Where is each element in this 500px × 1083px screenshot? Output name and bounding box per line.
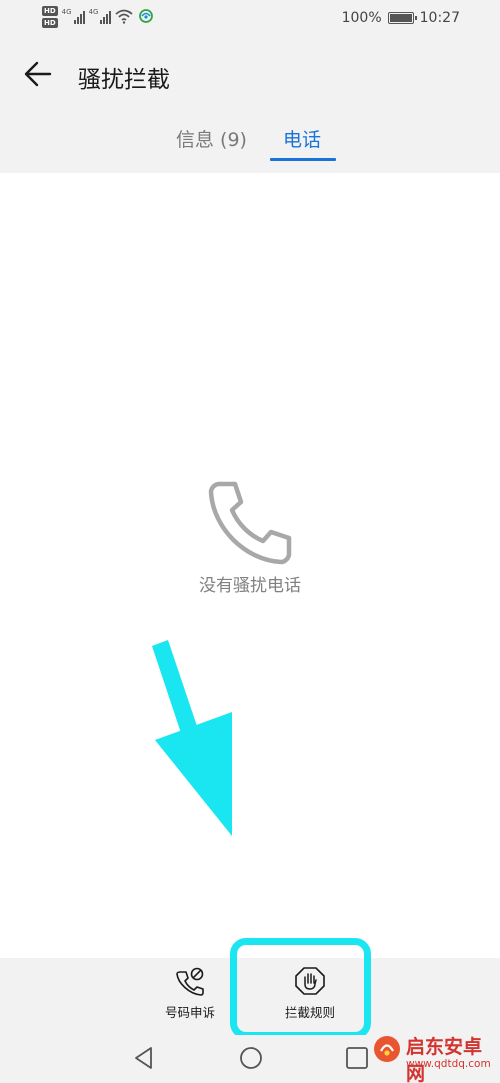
- tab-messages[interactable]: 信息 (9): [176, 125, 247, 152]
- triangle-back-icon[interactable]: [130, 1043, 160, 1073]
- circle-home-icon[interactable]: [236, 1043, 266, 1073]
- annotation-arrow-icon: [152, 640, 232, 836]
- battery-icon: [387, 12, 417, 24]
- watermark: 启东安卓网 www.qdtdq.com: [372, 1012, 500, 1083]
- hd-badge-2: HD: [42, 18, 58, 28]
- signal-icon-1: 4G: [62, 8, 85, 24]
- hd-badge-1: HD: [42, 6, 58, 16]
- tab-calls[interactable]: 电话: [283, 125, 321, 152]
- hd-indicators: HD HD: [42, 6, 58, 28]
- watermark-logo-icon: [374, 1036, 400, 1062]
- clock: 10:27: [419, 10, 460, 26]
- arrow-left-icon[interactable]: [22, 58, 54, 90]
- watermark-url: www.qdtdq.com: [406, 1058, 491, 1070]
- status-right: 100% 10:27: [342, 10, 460, 26]
- phone-icon: [208, 481, 292, 565]
- app-header: 骚扰拦截 信息 (9) 电话: [0, 40, 500, 173]
- number-appeal-button[interactable]: 号码申诉: [140, 966, 240, 1021]
- signal-icon-2: 4G: [89, 8, 112, 24]
- annotation-highlight-box: [230, 938, 371, 1039]
- battery-percent: 100%: [341, 10, 382, 26]
- carrier-icon: [139, 9, 154, 23]
- wifi-icon: [115, 9, 134, 24]
- page-title: 骚扰拦截: [78, 67, 170, 93]
- empty-state-text: 没有骚扰电话: [199, 576, 301, 596]
- status-bar: HD HD 4G 4G 100% 10:27: [0, 0, 500, 40]
- active-tab-indicator: [270, 158, 336, 161]
- network-type-2: 4G: [88, 8, 99, 16]
- square-recent-icon[interactable]: [342, 1043, 372, 1073]
- tab-bar: 信息 (9) 电话: [0, 125, 500, 165]
- status-left-icons: HD HD 4G 4G: [42, 6, 155, 28]
- number-appeal-label: 号码申诉: [164, 1005, 215, 1020]
- phone-block-icon: [176, 967, 204, 996]
- network-type-1: 4G: [61, 8, 72, 16]
